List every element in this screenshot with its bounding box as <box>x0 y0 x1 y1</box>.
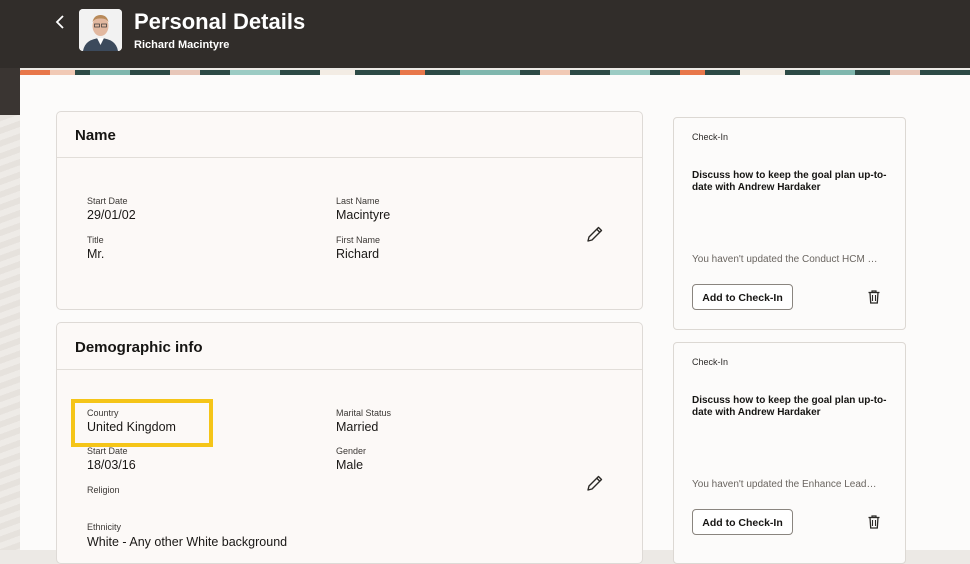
name-card: Name Start Date 29/01/02 Title Mr. Last … <box>56 111 643 310</box>
start-date-value: 29/01/02 <box>87 208 136 222</box>
avatar <box>79 9 122 51</box>
country-label: Country <box>87 408 119 418</box>
first-name-label: First Name <box>336 235 381 245</box>
name-card-title: Name <box>75 127 116 144</box>
main-panel: Name Start Date 29/01/02 Title Mr. Last … <box>20 75 970 564</box>
start-date-value: 18/03/16 <box>87 458 136 472</box>
check-in-card: Check-In Discuss how to keep the goal pl… <box>673 342 906 564</box>
divider <box>57 157 642 158</box>
gender-label: Gender <box>336 446 367 456</box>
trash-icon <box>868 290 880 304</box>
gender-value: Male <box>336 458 364 472</box>
ethnicity-label: Ethnicity <box>87 522 122 532</box>
pencil-icon <box>587 475 603 491</box>
delete-button[interactable] <box>866 514 882 530</box>
check-in-heading: Discuss how to keep the goal plan up-to-… <box>692 395 887 418</box>
last-name-label: Last Name <box>336 196 380 206</box>
side-texture <box>0 115 20 550</box>
marital-status-value: Married <box>336 420 379 434</box>
check-in-text: You haven't updated the Conduct HCM … <box>692 254 878 265</box>
page-title: Personal Details <box>134 9 306 34</box>
title-value: Mr. <box>87 247 105 261</box>
divider <box>57 369 642 370</box>
pencil-icon <box>587 226 603 242</box>
check-in-label: Check-In <box>692 357 729 367</box>
demographic-card-title: Demographic info <box>75 339 203 356</box>
last-name-value: Macintyre <box>336 208 391 222</box>
check-in-text: You haven't updated the Enhance Lead… <box>692 479 877 490</box>
edit-demographic-button[interactable] <box>585 473 605 493</box>
add-to-check-in-button[interactable]: Add to Check-In <box>692 284 793 310</box>
demographic-card: Demographic info Country United Kingdom … <box>56 322 643 564</box>
edit-name-button[interactable] <box>585 224 605 244</box>
trash-icon <box>868 515 880 529</box>
back-button[interactable] <box>50 10 72 34</box>
delete-button[interactable] <box>866 289 882 305</box>
marital-status-label: Marital Status <box>336 408 392 418</box>
first-name-value: Richard <box>336 247 380 261</box>
decorative-banner <box>20 66 970 75</box>
country-value: United Kingdom <box>87 420 176 434</box>
add-to-check-in-button[interactable]: Add to Check-In <box>692 509 793 535</box>
title-label: Title <box>87 235 104 245</box>
chevron-left-icon <box>55 15 64 29</box>
check-in-label: Check-In <box>692 132 729 142</box>
ethnicity-value: White - Any other White background <box>87 535 288 549</box>
religion-label: Religion <box>87 485 120 495</box>
person-photo-icon <box>79 9 122 51</box>
check-in-heading: Discuss how to keep the goal plan up-to-… <box>692 170 887 193</box>
check-in-card: Check-In Discuss how to keep the goal pl… <box>673 117 906 330</box>
start-date-label: Start Date <box>87 446 128 456</box>
page-header: Personal Details Richard Macintyre <box>0 0 970 68</box>
side-decoration <box>0 68 20 115</box>
employee-name: Richard Macintyre <box>134 39 230 51</box>
start-date-label: Start Date <box>87 196 128 206</box>
